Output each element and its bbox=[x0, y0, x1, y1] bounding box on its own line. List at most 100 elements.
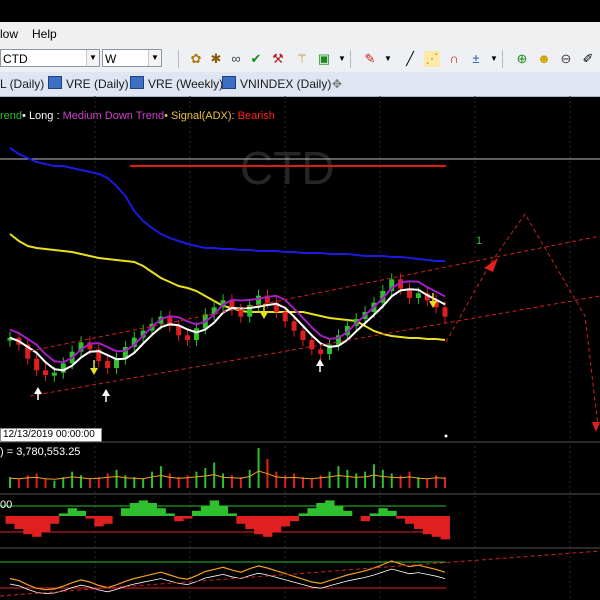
period-value: W bbox=[105, 52, 117, 66]
volume-bar bbox=[186, 475, 189, 488]
candle-body bbox=[282, 312, 288, 322]
menu-item-help[interactable]: Help bbox=[32, 27, 57, 41]
tab-label: L (Daily) bbox=[0, 77, 45, 91]
dropdown-icon[interactable]: ▼ bbox=[334, 51, 350, 67]
volume-bar bbox=[426, 478, 429, 488]
volume-bar bbox=[26, 475, 29, 488]
osc-bar bbox=[378, 508, 388, 516]
draw-icon[interactable]: ✐ bbox=[580, 51, 596, 67]
toolbar-separator bbox=[178, 50, 179, 68]
projection-path bbox=[445, 213, 599, 427]
osc-bar bbox=[49, 516, 60, 524]
checkmark-icon[interactable]: ✔ bbox=[248, 51, 264, 67]
volume-bar bbox=[372, 464, 375, 488]
period-combo[interactable]: W ▼ bbox=[102, 49, 162, 67]
osc-bar bbox=[431, 516, 442, 537]
tab-l-daily[interactable]: L (Daily) bbox=[0, 76, 44, 92]
osc-bar bbox=[245, 516, 255, 529]
tab-label: VRE (Weekly) bbox=[148, 77, 224, 91]
osc-bar bbox=[280, 516, 291, 527]
indicator-label: 00 bbox=[0, 499, 13, 511]
sell-arrow bbox=[260, 312, 268, 319]
candle-body bbox=[185, 335, 191, 340]
volume-bar bbox=[399, 475, 402, 488]
osc-bar bbox=[387, 510, 397, 516]
zoom-in-icon[interactable]: ⊕ bbox=[514, 51, 530, 67]
volume-bar bbox=[230, 475, 233, 488]
osc-bar bbox=[254, 516, 264, 535]
volume-bar bbox=[293, 473, 296, 488]
symbol-value: CTD bbox=[3, 52, 28, 66]
osc-bar bbox=[413, 516, 424, 529]
osc-bar bbox=[14, 516, 24, 529]
volume-bar bbox=[310, 478, 313, 488]
osc-bar bbox=[200, 505, 211, 516]
chart-window-icon bbox=[222, 76, 236, 89]
volume-bar bbox=[284, 475, 287, 488]
menu-item-window[interactable]: low bbox=[0, 27, 18, 41]
magnet-icon[interactable]: ∩ bbox=[446, 51, 462, 67]
dropdown-icon[interactable]: ▼ bbox=[486, 51, 502, 67]
settings-gear-icon[interactable]: ✿ bbox=[188, 51, 204, 67]
candle-body bbox=[256, 295, 262, 305]
volume-bar bbox=[248, 469, 251, 488]
volume-bar bbox=[35, 473, 38, 488]
sell-arrow bbox=[90, 368, 98, 375]
candle-body bbox=[43, 370, 49, 375]
status-long-sep: • Long : bbox=[22, 110, 63, 122]
volume-bar bbox=[106, 473, 109, 488]
chevron-down-icon[interactable]: ▼ bbox=[86, 50, 99, 66]
zoom-out-icon[interactable]: ⊖ bbox=[558, 51, 574, 67]
add-tab-icon[interactable]: ✥ bbox=[332, 76, 342, 92]
hammer-icon[interactable]: ⚒ bbox=[270, 51, 286, 67]
candle-body bbox=[291, 321, 297, 331]
candle-body bbox=[193, 328, 199, 340]
osc-bar bbox=[156, 508, 166, 516]
volume-bar bbox=[408, 471, 411, 488]
osc-bar bbox=[325, 500, 335, 516]
stock-chart[interactable]: CTD 1 bbox=[0, 96, 600, 600]
volume-bar bbox=[53, 480, 56, 488]
volume-bar bbox=[390, 473, 393, 488]
volume-bar bbox=[204, 468, 207, 488]
osc-bar bbox=[396, 516, 406, 519]
pen-color-icon[interactable]: ✎ bbox=[362, 51, 378, 67]
line-tool-icon[interactable]: ╱ bbox=[402, 51, 418, 67]
dotted-line-icon[interactable]: ⋰ bbox=[424, 51, 440, 67]
candle-body bbox=[105, 361, 111, 368]
osc-bar bbox=[67, 508, 78, 516]
chart-window-icon bbox=[130, 76, 144, 89]
crosshair-date-box: 12/13/2019 00:00:00 bbox=[0, 428, 102, 442]
osc-bar bbox=[5, 516, 15, 524]
volume-bar bbox=[71, 471, 74, 488]
volume-bar bbox=[364, 471, 367, 488]
osc-bar bbox=[147, 503, 157, 516]
candle-body bbox=[51, 372, 57, 376]
glasses-icon[interactable]: ∞ bbox=[228, 51, 244, 67]
projection-arrow bbox=[592, 422, 600, 432]
chevron-down-icon[interactable]: ▼ bbox=[148, 50, 161, 66]
symbol-combo[interactable]: CTD ▼ bbox=[0, 49, 100, 67]
volume-bar bbox=[319, 475, 322, 488]
tab-label: VRE (Daily) bbox=[66, 77, 129, 91]
osc-bar bbox=[174, 516, 184, 522]
osc-bar bbox=[165, 513, 175, 516]
tab-vre-daily[interactable]: VRE (Daily) bbox=[48, 76, 129, 92]
tab-vnindex-daily[interactable]: VNINDEX (Daily) bbox=[222, 76, 331, 92]
wand-icon[interactable]: ⚚ bbox=[294, 51, 310, 67]
tab-vre-weekly[interactable]: VRE (Weekly) bbox=[130, 76, 223, 92]
osc-bar bbox=[263, 516, 273, 537]
volume-bar bbox=[115, 469, 118, 488]
candle-body bbox=[34, 358, 40, 371]
candle-body bbox=[442, 307, 448, 317]
export-icon[interactable]: ▣ bbox=[316, 51, 332, 67]
smiley-icon[interactable]: ☻ bbox=[536, 51, 552, 67]
fibonacci-icon[interactable]: ± bbox=[468, 51, 484, 67]
osc-bar bbox=[218, 505, 228, 516]
menu-bar: low Help bbox=[0, 22, 600, 46]
volume-bar bbox=[355, 473, 358, 488]
osc-bar bbox=[271, 516, 282, 532]
dropdown-icon[interactable]: ▼ bbox=[380, 51, 396, 67]
tools-icon[interactable]: ✱ bbox=[208, 51, 224, 67]
volume-bar bbox=[275, 471, 278, 488]
